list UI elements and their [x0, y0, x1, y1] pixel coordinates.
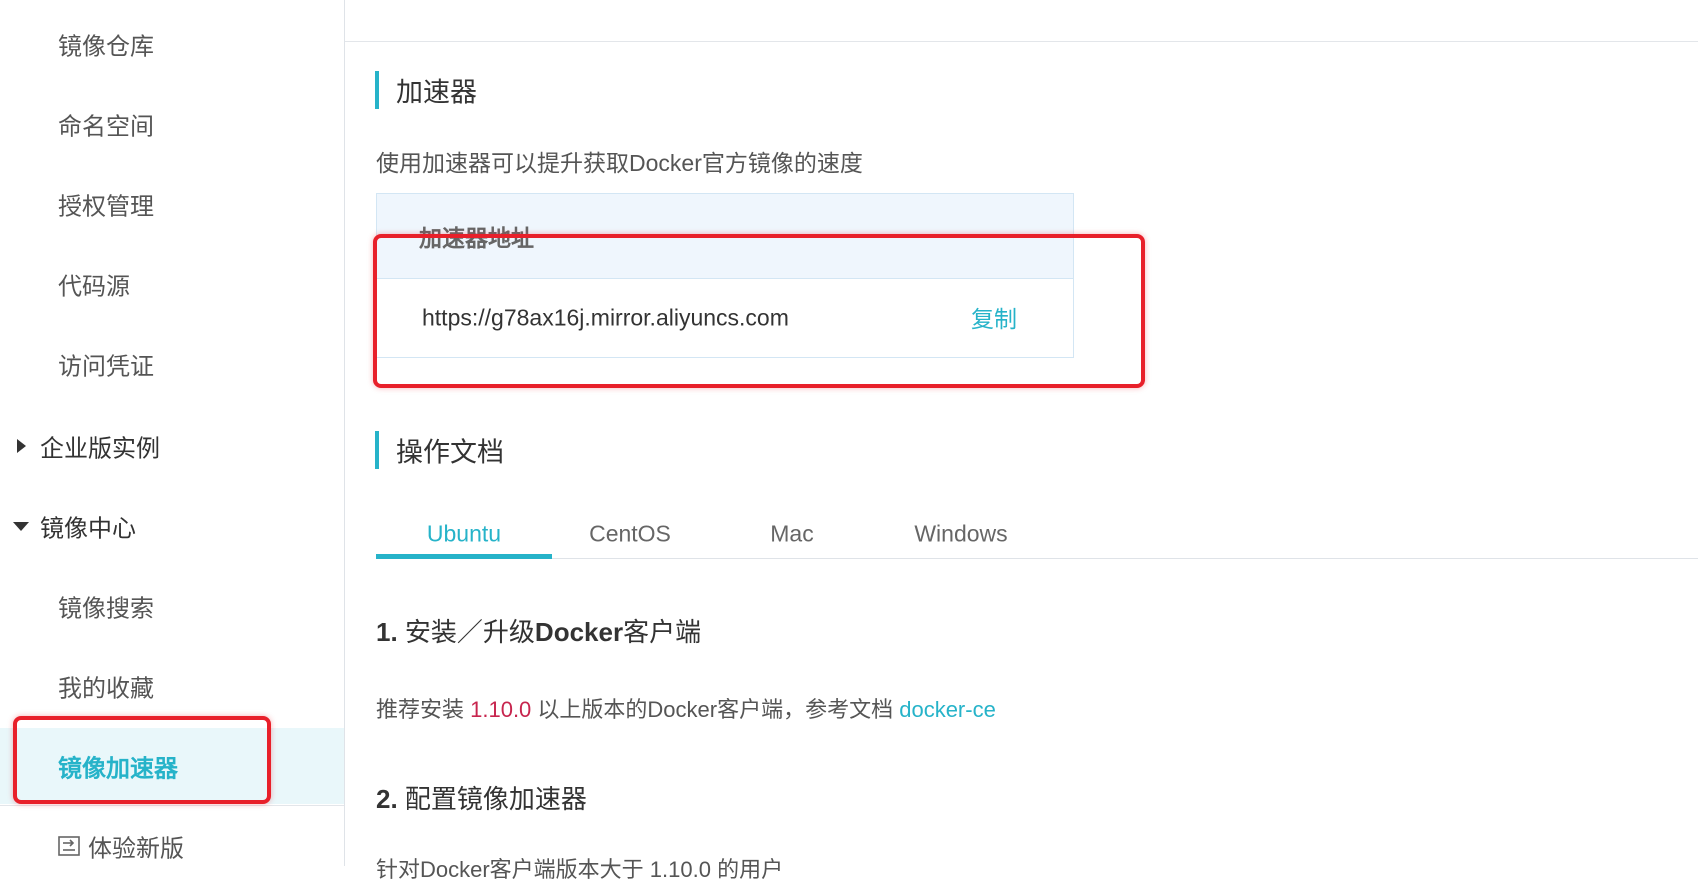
- caret-right-icon: [17, 439, 26, 453]
- switch-version-icon: [58, 836, 80, 856]
- accelerator-address-url: https://g78ax16j.mirror.aliyuncs.com: [422, 304, 789, 331]
- title-accent-bar: [375, 431, 379, 469]
- accelerator-title-text: 加速器: [396, 77, 477, 108]
- accelerator-address-header: 加速器地址: [377, 194, 1073, 279]
- step-text-bold: Docker: [534, 617, 624, 647]
- step-number: 1.: [376, 617, 398, 647]
- step-2-description: 针对Docker客户端版本大于 1.10.0 的用户: [376, 857, 784, 882]
- title-accent-bar: [375, 71, 379, 109]
- sidebar: 镜像仓库 命名空间 授权管理 代码源 访问凭证 企业版实例 镜像中心 镜像搜索 …: [0, 0, 345, 866]
- sidebar-group-label: 镜像中心: [40, 515, 136, 543]
- sidebar-item-label: 命名空间: [58, 113, 154, 141]
- sidebar-item-image-search[interactable]: 镜像搜索: [0, 568, 344, 644]
- sidebar-item-label: 代码源: [58, 273, 130, 301]
- sidebar-item-label: 镜像搜索: [58, 595, 154, 623]
- try-new-version-link[interactable]: 体验新版: [0, 808, 344, 884]
- tab-ubuntu[interactable]: Ubuntu: [376, 510, 552, 559]
- version-number: 1.10.0: [470, 697, 532, 722]
- step-text: 配置镜像加速器: [397, 784, 587, 814]
- copy-button[interactable]: 复制: [971, 300, 1017, 334]
- accelerator-address-header-label: 加速器地址: [419, 225, 534, 251]
- step-1-description: 推荐安装 1.10.0 以上版本的Docker客户端，参考文档 docker-c…: [376, 692, 996, 724]
- tab-label: Ubuntu: [426, 520, 502, 547]
- tab-label: Mac: [770, 520, 814, 547]
- step-text: 客户端: [623, 617, 702, 647]
- step-2-heading: 2. 配置镜像加速器: [376, 779, 587, 816]
- sidebar-item-authorization[interactable]: 授权管理: [0, 166, 344, 242]
- tab-windows[interactable]: Windows: [876, 510, 1046, 558]
- sidebar-item-label: 镜像仓库: [58, 33, 154, 61]
- sidebar-group-mirror-center[interactable]: 镜像中心: [0, 488, 344, 564]
- tab-centos[interactable]: CentOS: [552, 510, 708, 558]
- main-content: 加速器 使用加速器可以提升获取Docker官方镜像的速度 加速器地址 https…: [345, 0, 1698, 882]
- accelerator-description: 使用加速器可以提升获取Docker官方镜像的速度: [376, 150, 863, 176]
- tab-mac[interactable]: Mac: [708, 510, 876, 558]
- step-text: 安装／升级: [397, 617, 535, 647]
- sidebar-group-label: 企业版实例: [40, 435, 160, 463]
- sidebar-item-label: 体验新版: [88, 835, 184, 863]
- caret-down-icon: [13, 522, 29, 531]
- para-text: 以上版本的Docker客户端，参考文档: [531, 697, 900, 722]
- sidebar-item-namespace[interactable]: 命名空间: [0, 86, 344, 162]
- top-divider: [345, 41, 1698, 42]
- sidebar-group-enterprise[interactable]: 企业版实例: [0, 408, 344, 484]
- para-text: 推荐安装: [376, 697, 471, 722]
- docker-ce-link[interactable]: docker-ce: [899, 697, 996, 722]
- sidebar-divider: [0, 805, 344, 806]
- sidebar-item-image-accelerator[interactable]: 镜像加速器: [0, 728, 344, 804]
- sidebar-item-label: 我的收藏: [58, 675, 154, 703]
- accelerator-address-card: 加速器地址 https://g78ax16j.mirror.aliyuncs.c…: [376, 193, 1074, 358]
- step-number: 2.: [376, 784, 398, 814]
- sidebar-item-label: 镜像加速器: [58, 755, 178, 783]
- os-tabs: Ubuntu CentOS Mac Windows: [376, 510, 1698, 559]
- docs-title-text: 操作文档: [396, 437, 504, 468]
- sidebar-item-label: 授权管理: [58, 193, 154, 221]
- sidebar-item-image-repo[interactable]: 镜像仓库: [0, 6, 344, 82]
- sidebar-item-access-credentials[interactable]: 访问凭证: [0, 326, 344, 402]
- tab-label: CentOS: [589, 520, 671, 547]
- tab-label: Windows: [914, 520, 1008, 547]
- step-1-heading: 1. 安装／升级Docker客户端: [376, 612, 701, 649]
- sidebar-item-label: 访问凭证: [58, 353, 154, 381]
- sidebar-item-favorites[interactable]: 我的收藏: [0, 648, 344, 724]
- sidebar-item-code-source[interactable]: 代码源: [0, 246, 344, 322]
